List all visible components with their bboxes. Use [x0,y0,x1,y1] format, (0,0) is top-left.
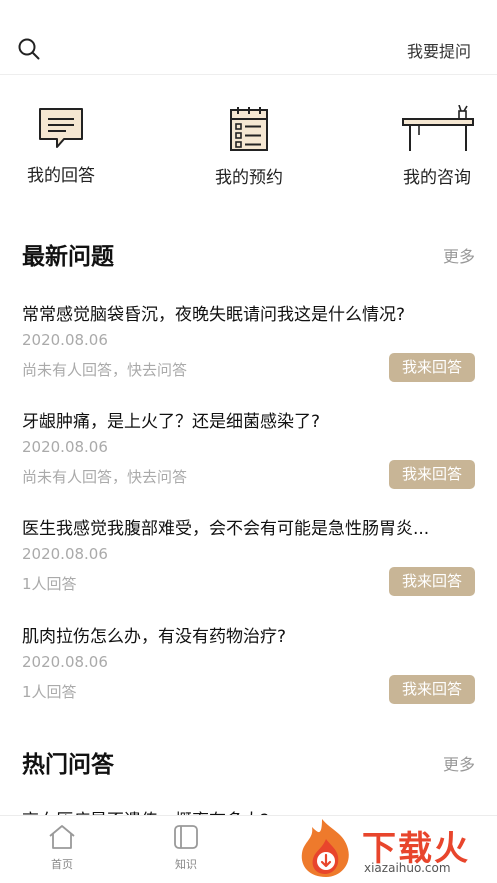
question-date: 2020.08.06 [22,438,108,456]
book-icon [174,825,198,849]
tab-home[interactable]: 首页 [22,824,102,872]
question-title[interactable]: 牙龈肿痛，是上火了？还是细菌感染了? [22,407,472,432]
question-title[interactable]: 医生我感觉我腹部难受，会不会有可能是急性肠胃炎... [22,514,472,539]
tab-home-label: 首页 [51,858,73,871]
latest-more-link[interactable]: 更多 [443,243,475,267]
question-item[interactable]: 医生我感觉我腹部难受，会不会有可能是急性肠胃炎... 2020.08.06 1人… [0,514,497,619]
my-consultations-button[interactable]: 我的咨询 [382,105,492,188]
watermark: 下载火 xiazaihuo.com [292,815,497,883]
ask-question-link[interactable]: 我要提问 [407,38,471,62]
desk-icon [402,105,474,151]
my-consultations-label: 我的咨询 [403,168,471,188]
my-appointments-button[interactable]: 我的预约 [194,105,304,188]
question-date: 2020.08.06 [22,653,108,671]
question-title[interactable]: 常常感觉脑袋昏沉，夜晚失眠请问我这是什么情况? [22,300,472,325]
question-item[interactable]: 常常感觉脑袋昏沉，夜晚失眠请问我这是什么情况? 2020.08.06 尚未有人回… [0,300,497,405]
tab-knowledge-label: 知识 [175,858,197,871]
home-icon [49,825,75,849]
chat-bubble-icon [39,108,83,148]
quick-actions: 我的回答 我的预约 我的咨询 [0,105,497,200]
question-item[interactable]: 牙龈肿痛，是上火了？还是细菌感染了? 2020.08.06 尚未有人回答，快去问… [0,407,497,512]
my-answers-label: 我的回答 [27,166,95,186]
hot-section-header: 热门问答 更多 [0,745,497,785]
flame-logo-icon [301,819,349,877]
question-status: 1人回答 [22,575,77,593]
my-answers-button[interactable]: 我的回答 [6,105,116,186]
latest-section-header: 最新问题 更多 [0,237,497,277]
question-item[interactable]: 肌肉拉伤怎么办，有没有药物治疗? 2020.08.06 1人回答 我来回答 [0,622,497,727]
question-title[interactable]: 肌肉拉伤怎么办，有没有药物治疗? [22,622,472,647]
question-status: 尚未有人回答，快去问答 [22,468,188,486]
hot-more-link[interactable]: 更多 [443,751,475,775]
search-icon[interactable] [18,38,40,60]
tab-knowledge[interactable]: 知识 [146,824,226,872]
hot-section-title: 热门问答 [22,752,114,778]
answer-button[interactable]: 我来回答 [389,460,475,489]
my-appointments-label: 我的预约 [215,168,283,188]
question-status: 1人回答 [22,683,77,701]
watermark-url: xiazaihuo.com [364,861,451,875]
question-status: 尚未有人回答，快去问答 [22,361,188,379]
latest-section-title: 最新问题 [22,244,114,270]
question-date: 2020.08.06 [22,545,108,563]
calendar-list-icon [230,107,268,151]
answer-button[interactable]: 我来回答 [389,567,475,596]
answer-button[interactable]: 我来回答 [389,353,475,382]
answer-button[interactable]: 我来回答 [389,675,475,704]
top-bar: 我要提问 [0,0,497,75]
question-date: 2020.08.06 [22,331,108,349]
